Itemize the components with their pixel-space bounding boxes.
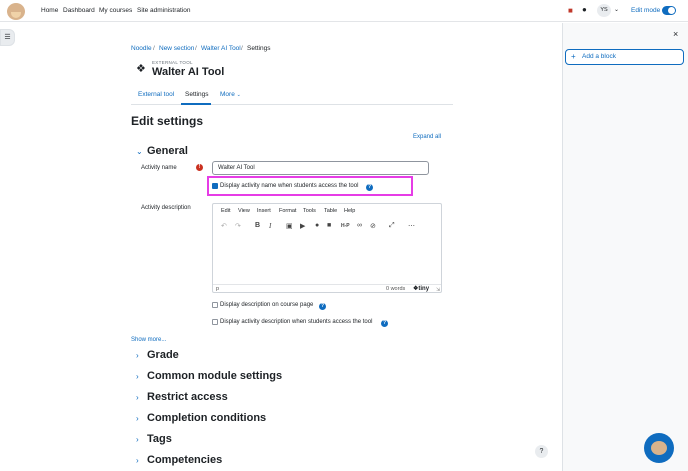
nav-home[interactable]: Home	[41, 7, 58, 14]
chevron-down-icon[interactable]: ⌄	[614, 6, 619, 13]
notifications-icon[interactable]: ■	[568, 6, 573, 15]
italic-icon[interactable]: I	[269, 222, 271, 230]
section-common-module-settings-heading[interactable]: Common module settings	[147, 370, 282, 382]
nav-dashboard[interactable]: Dashboard	[63, 7, 95, 14]
activity-name-input[interactable]: Walter AI Tool	[212, 161, 429, 175]
display-name-label: Display activity name when students acce…	[220, 183, 359, 189]
editor-menu-insert[interactable]: Insert	[257, 208, 271, 214]
display-description-tool-checkbox[interactable]	[212, 319, 218, 325]
image-icon[interactable]: ▣	[286, 222, 293, 230]
add-block-button[interactable]: + Add a block	[565, 49, 684, 65]
tab-more-label: More	[220, 91, 235, 98]
display-description-course-label: Display description on course page	[220, 302, 314, 308]
editor-menu-format[interactable]: Format	[279, 208, 296, 214]
chevron-right-icon[interactable]: ›	[136, 414, 139, 423]
chevron-right-icon[interactable]: ›	[136, 372, 139, 381]
chevron-down-icon[interactable]: ⌄	[136, 147, 143, 156]
editor-statusbar	[213, 284, 441, 292]
chevron-right-icon[interactable]: ›	[136, 435, 139, 444]
required-icon: !	[196, 164, 203, 171]
fullscreen-icon[interactable]: ⤢	[389, 222, 395, 230]
active-tab-indicator	[181, 103, 211, 105]
expand-all-link[interactable]: Expand all	[413, 134, 441, 140]
nav-site-administration[interactable]: Site administration	[137, 7, 190, 14]
help-icon[interactable]: ?	[319, 303, 326, 310]
activity-type-label: EXTERNAL TOOL	[152, 60, 193, 65]
tiny-logo: ❖tiny	[413, 285, 429, 292]
user-avatar[interactable]: YS	[597, 4, 611, 17]
chevron-right-icon[interactable]: ›	[136, 351, 139, 360]
editor-content-area[interactable]	[214, 235, 440, 283]
bold-icon[interactable]: B	[255, 222, 260, 229]
breadcrumb-item-walter-ai-tool[interactable]: Walter AI Tool	[201, 45, 241, 52]
breadcrumb-item-settings: Settings	[247, 45, 271, 52]
link-icon[interactable]: ∞	[357, 222, 362, 229]
chevron-right-icon[interactable]: ›	[136, 393, 139, 402]
block-drawer	[562, 23, 688, 471]
help-icon[interactable]: ?	[381, 320, 388, 327]
assistant-avatar-button[interactable]	[644, 433, 674, 463]
section-competencies-heading[interactable]: Competencies	[147, 454, 222, 466]
undo-icon[interactable]: ↶	[221, 222, 227, 230]
section-general-heading[interactable]: General	[147, 145, 188, 157]
site-logo[interactable]	[7, 3, 25, 20]
puzzle-icon: ❖	[136, 63, 146, 75]
section-restrict-access-heading[interactable]: Restrict access	[147, 391, 228, 403]
form-title: Edit settings	[131, 114, 204, 128]
help-button[interactable]: ?	[535, 445, 548, 458]
display-description-tool-label: Display activity description when studen…	[220, 319, 373, 325]
editor-word-count: 0 words	[386, 286, 406, 292]
plus-icon: +	[571, 52, 576, 61]
tiny-brand-label: tiny	[418, 286, 430, 292]
section-tags-heading[interactable]: Tags	[147, 433, 172, 445]
breadcrumb-item-new-section[interactable]: New section	[159, 45, 194, 52]
editor-menu-view[interactable]: View	[238, 208, 250, 214]
unlink-icon[interactable]: ⊘	[370, 222, 376, 230]
breadcrumb-item-noodle[interactable]: Noodle	[131, 45, 152, 52]
tab-external-tool[interactable]: External tool	[138, 91, 174, 98]
tab-divider	[131, 104, 453, 105]
activity-name-value: Walter AI Tool	[218, 165, 255, 171]
section-grade-heading[interactable]: Grade	[147, 349, 179, 361]
display-description-course-checkbox[interactable]	[212, 302, 218, 308]
question-icon: ?	[539, 448, 544, 455]
display-name-checkbox[interactable]	[212, 183, 218, 189]
add-block-label: Add a block	[582, 53, 616, 60]
editor-menu-table[interactable]: Table	[324, 208, 337, 214]
editor-menu-help[interactable]: Help	[344, 208, 355, 214]
nav-my-courses[interactable]: My courses	[99, 7, 132, 14]
activity-description-label: Activity description	[141, 205, 191, 211]
list-icon: ☰	[4, 34, 11, 41]
h5p-icon[interactable]: H-P	[341, 223, 350, 229]
help-icon[interactable]: ?	[366, 184, 373, 191]
editor-menu-edit[interactable]: Edit	[221, 208, 230, 214]
edit-mode-toggle[interactable]	[662, 6, 676, 15]
media-icon[interactable]: ▶	[300, 222, 305, 230]
redo-icon[interactable]: ↷	[235, 222, 241, 230]
tab-settings[interactable]: Settings	[185, 91, 209, 98]
messages-icon[interactable]: ●	[582, 5, 587, 14]
tab-more[interactable]: More ⌄	[220, 91, 241, 98]
video-camera-icon[interactable]: ■	[327, 222, 331, 229]
chevron-right-icon[interactable]: ›	[136, 456, 139, 465]
more-options-icon[interactable]: ⋯	[408, 222, 415, 230]
activity-name-label: Activity name	[141, 165, 177, 171]
breadcrumb-separator: /	[153, 45, 155, 52]
chevron-down-icon: ⌄	[236, 92, 241, 98]
editor-menu-tools[interactable]: Tools	[303, 208, 316, 214]
course-index-toggle[interactable]: ☰	[0, 29, 15, 46]
page-heading: Walter AI Tool	[152, 66, 225, 78]
top-navbar: Home Dashboard My courses Site administr…	[0, 0, 688, 22]
breadcrumb-separator: /	[241, 45, 243, 52]
editor-path: p	[216, 286, 220, 292]
microphone-icon[interactable]: ●	[315, 222, 319, 229]
close-icon[interactable]: ×	[673, 29, 678, 39]
section-completion-conditions-heading[interactable]: Completion conditions	[147, 412, 266, 424]
edit-mode-label: Edit mode	[631, 7, 661, 14]
show-more-link[interactable]: Show more...	[131, 337, 166, 343]
breadcrumb-separator: /	[195, 45, 197, 52]
resize-handle-icon[interactable]: ⇲	[436, 287, 440, 293]
